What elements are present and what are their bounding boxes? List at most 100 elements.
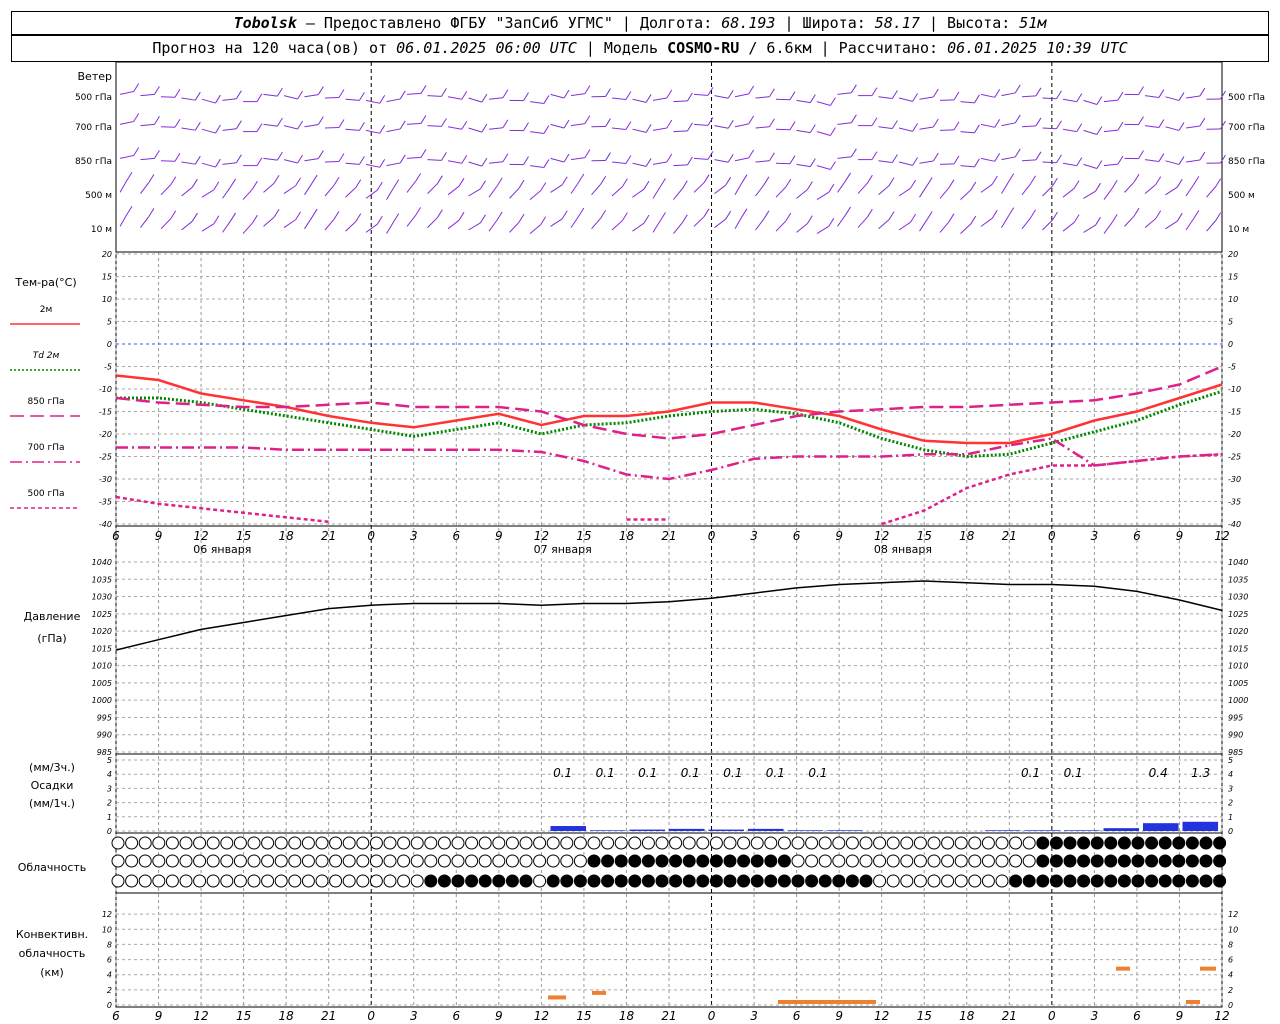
wind-barb-feather <box>666 89 673 99</box>
cloud-cover-symbol <box>805 874 819 888</box>
cloud-cover-symbol <box>614 874 628 888</box>
cloud-cover-symbol <box>750 874 764 888</box>
wind-barb-feather <box>215 94 221 104</box>
wind-barb <box>386 98 401 103</box>
cloud-cover-symbol <box>777 836 791 850</box>
convective-ytick-right: 8 <box>1228 940 1233 949</box>
hour-tick-label: 0 <box>1048 529 1056 543</box>
temperature-ytick-right: 10 <box>1228 295 1238 304</box>
wind-barb-feather <box>809 124 816 133</box>
precip-bar <box>669 828 705 831</box>
wind-barb <box>816 165 831 170</box>
wind-barb <box>673 100 688 103</box>
wind-barb <box>181 186 193 197</box>
wind-barb-feather <box>1035 151 1042 161</box>
wind-barb-feather <box>871 151 878 160</box>
wind-barb <box>980 123 995 128</box>
cloud-cover-symbol <box>750 836 764 850</box>
wind-barb-feather <box>789 121 796 130</box>
cloud-cover-symbol <box>397 854 411 868</box>
cloud-cover-symbol <box>560 874 574 888</box>
wind-barb <box>1185 159 1200 163</box>
wind-barb-feather <box>830 127 836 136</box>
cloud-cover-symbol <box>478 836 492 850</box>
wind-barb <box>796 99 811 104</box>
wind-barb-feather <box>1117 121 1124 131</box>
wind-barb <box>1062 128 1077 133</box>
hour-tick-label-bottom: 3 <box>1091 1009 1099 1023</box>
wind-barb <box>919 185 928 198</box>
wind-barb-feather <box>1076 93 1083 102</box>
pressure-title: Давление <box>24 610 81 623</box>
wind-barb <box>796 163 811 168</box>
wind-barb <box>160 184 172 196</box>
cloud-cover-symbol <box>193 854 207 868</box>
cloud-cover-symbol <box>601 874 615 888</box>
hour-tick-label-bottom: 21 <box>1002 1009 1017 1023</box>
cloud-cover-symbol <box>886 854 900 868</box>
temperature-ytick-right: -10 <box>1228 385 1241 394</box>
hour-tick-label: 18 <box>619 529 635 543</box>
wind-barb-feather <box>311 174 318 184</box>
wind-barb <box>632 128 647 133</box>
wind-barb-feather <box>481 157 488 167</box>
hour-tick-label: 21 <box>661 529 676 543</box>
wind-barb <box>837 92 852 95</box>
wind-barb-feather <box>974 158 980 168</box>
hour-tick-label: 0 <box>367 529 375 543</box>
hour-tick-label: 0 <box>708 529 716 543</box>
wind-barb-feather <box>1096 160 1103 169</box>
wind-barb <box>673 188 683 200</box>
wind-barb-feather <box>436 175 443 184</box>
temperature-ytick-right: -35 <box>1228 498 1241 507</box>
wind-barb <box>1001 122 1016 127</box>
precip-bar <box>590 830 626 831</box>
wind-barb-feather <box>681 180 688 189</box>
wind-barb <box>796 189 808 199</box>
cloud-cover-symbol <box>111 854 125 868</box>
wind-barb <box>263 182 275 193</box>
wind-barb-feather <box>230 212 236 222</box>
wind-barb <box>857 216 868 228</box>
cloud-cover-symbol <box>111 836 125 850</box>
hour-tick-label: 15 <box>917 529 932 543</box>
wind-barb <box>140 216 150 228</box>
temperature-ytick: -40 <box>99 520 112 529</box>
pressure-ytick: 1040 <box>92 558 112 567</box>
wind-barb <box>488 127 503 130</box>
wind-barb-feather <box>393 213 400 222</box>
wind-barb-feather <box>953 155 960 165</box>
wind-barb-feather <box>1199 117 1206 127</box>
cloud-cover-symbol <box>1077 854 1091 868</box>
temperature-legend-label: 850 гПа <box>27 397 64 407</box>
wind-barb <box>1083 190 1096 199</box>
wind-barb-feather <box>578 173 585 183</box>
wind-barb <box>365 163 380 168</box>
cloud-cover-symbol <box>641 874 655 888</box>
wind-barb <box>222 98 237 101</box>
cloud-cover-symbol <box>369 874 383 888</box>
cloud-cover-symbol <box>1172 836 1186 850</box>
cloud-cover-symbol <box>941 854 955 868</box>
wind-barb <box>591 217 602 230</box>
hour-tick-label: 21 <box>321 529 336 543</box>
wind-barb-feather <box>891 90 898 99</box>
cloud-cover-symbol <box>1036 836 1050 850</box>
hour-tick-label: 18 <box>279 529 295 543</box>
wind-barb <box>1001 215 1010 228</box>
wind-barb <box>734 216 743 230</box>
wind-barb-feather <box>458 211 465 221</box>
convective-bar <box>778 999 876 1004</box>
convective-bar <box>1116 966 1130 971</box>
wind-barb-feather <box>174 89 181 98</box>
wind-barb-feather <box>1215 178 1222 187</box>
wind-barb-feather <box>1220 154 1226 164</box>
wind-barb-feather <box>727 154 734 163</box>
pressure-ytick: 1005 <box>92 679 112 688</box>
wind-barb <box>345 128 360 131</box>
wind-barb <box>119 121 134 125</box>
wind-barb-feather <box>763 210 770 220</box>
precip-unit-1h: (мм/1ч.) <box>29 797 75 810</box>
precip-ytick: 5 <box>107 756 112 765</box>
wind-barb <box>714 95 729 99</box>
